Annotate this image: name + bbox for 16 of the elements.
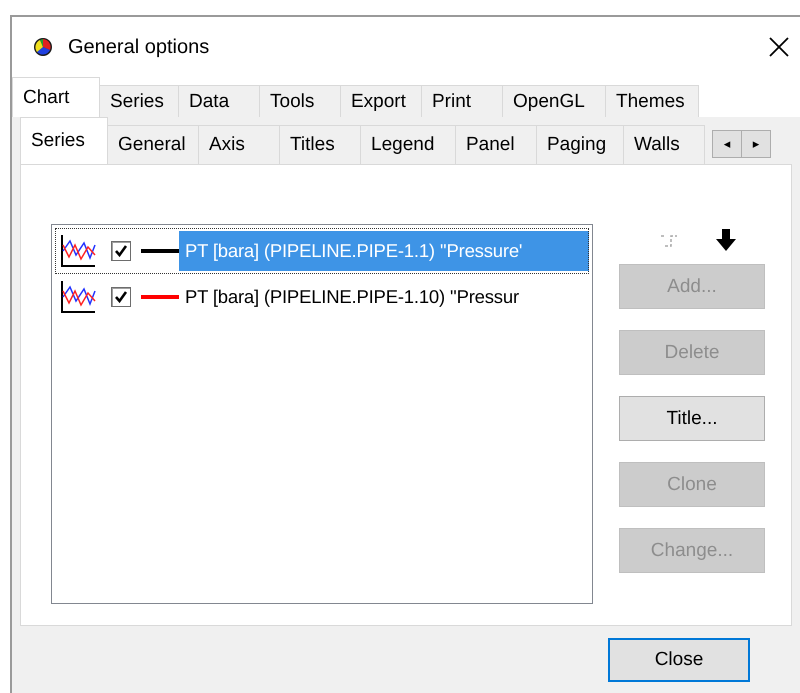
tab[interactable]: Series [20, 117, 108, 164]
window-title: General options [68, 36, 210, 58]
scroll-tabs-button[interactable]: ▸ [742, 131, 770, 157]
tab[interactable]: Walls [623, 125, 705, 164]
tab[interactable]: Export [340, 85, 422, 117]
close-button[interactable]: Close [608, 638, 750, 682]
tab[interactable]: Print [421, 85, 503, 117]
tab[interactable]: Tools [259, 85, 341, 117]
tab[interactable]: Series [99, 85, 179, 117]
tab[interactable]: Themes [605, 85, 699, 117]
tab[interactable]: Data [178, 85, 260, 117]
tab[interactable]: OpenGL [502, 85, 606, 117]
series-title[interactable]: PT [bara] (PIPELINE.PIPE-1.10) ''Pressur [179, 277, 519, 317]
scroll-tabs-button[interactable]: ◂ [713, 131, 742, 157]
tab[interactable]: Chart [12, 77, 100, 117]
action-button[interactable]: Title... [619, 396, 765, 441]
